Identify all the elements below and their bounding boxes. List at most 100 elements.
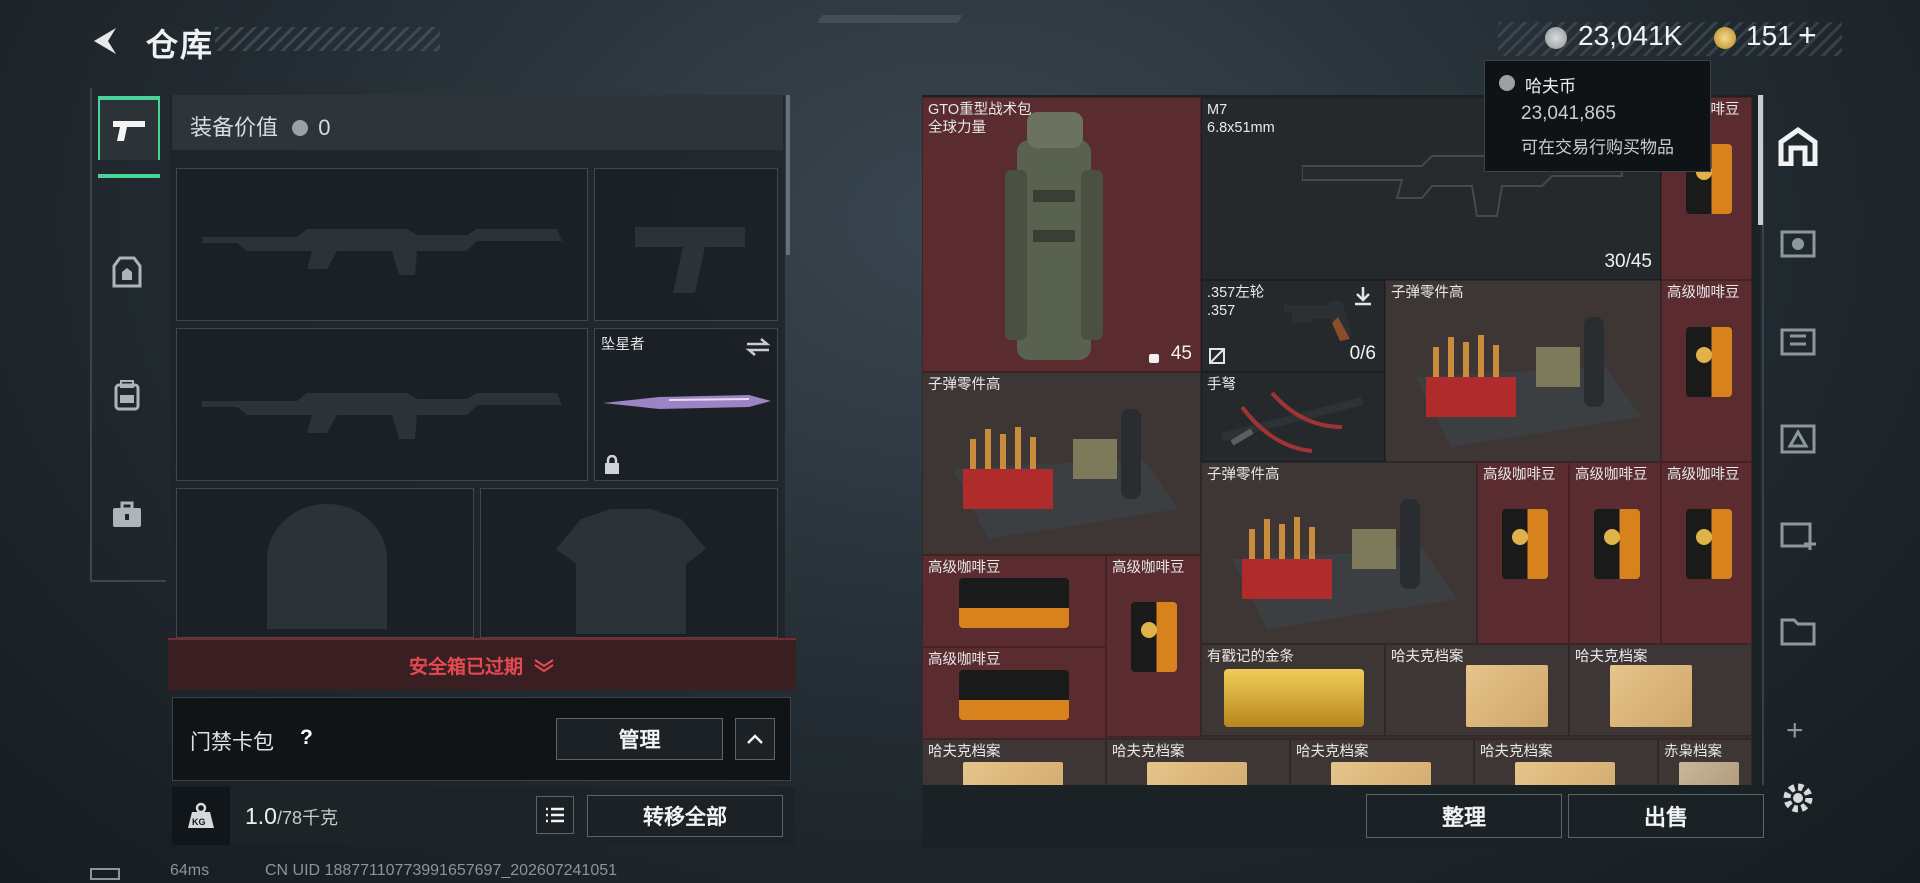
back-arrow-icon[interactable] bbox=[88, 24, 122, 58]
coffee-item-icon bbox=[1594, 509, 1640, 579]
item-backpack[interactable]: GTO重型战术包 全球力量 45 bbox=[922, 97, 1201, 372]
tab-weapons[interactable] bbox=[98, 96, 160, 178]
item-name: M7 6.8x51mm bbox=[1207, 102, 1275, 136]
gear-icon bbox=[1783, 783, 1813, 813]
list-view-button[interactable] bbox=[536, 796, 574, 834]
item-ammo-parts[interactable]: 子弹零件高 bbox=[922, 372, 1201, 555]
no-ammo-icon bbox=[1209, 348, 1225, 364]
background-streak bbox=[817, 15, 963, 23]
list-icon bbox=[546, 807, 564, 823]
weight-unit-label: KG bbox=[192, 817, 206, 827]
crossbow-item-icon bbox=[1221, 391, 1363, 453]
body-armor-slot[interactable] bbox=[480, 488, 778, 638]
helmet-slot[interactable] bbox=[176, 488, 474, 638]
chevron-down-icon bbox=[534, 659, 554, 672]
item-archive[interactable]: 哈夫克档案 bbox=[1569, 644, 1752, 736]
weight-current: 1.0 bbox=[245, 803, 277, 829]
equipment-scrollbar[interactable] bbox=[786, 95, 790, 255]
item-coffee[interactable]: 高级咖啡豆 bbox=[1477, 462, 1569, 644]
weight-max: /78千克 bbox=[276, 808, 339, 828]
item-archive[interactable]: 哈夫克档案 bbox=[1385, 644, 1569, 736]
safe-box-label: 安全箱已过期 bbox=[408, 656, 523, 678]
tab-storage-medical[interactable] bbox=[1774, 510, 1822, 558]
item-owl-archive[interactable]: 赤枭档案 bbox=[1658, 739, 1752, 785]
currency-tooltip: 哈夫币 23,041,865 可在交易行购买物品 bbox=[1484, 60, 1711, 172]
sell-button[interactable]: 出售 bbox=[1568, 794, 1764, 838]
item-name: 子弹零件高 bbox=[1207, 467, 1280, 483]
tab-storage-ii[interactable] bbox=[1774, 414, 1822, 462]
gold-bar-icon bbox=[1224, 669, 1364, 727]
storage-box-icon bbox=[1780, 424, 1816, 454]
equipment-value: 装备价值 0 bbox=[190, 110, 331, 142]
revolver-item-icon bbox=[1284, 301, 1352, 341]
havcoin-icon bbox=[1499, 75, 1515, 91]
item-name: .357左轮 .357 bbox=[1207, 285, 1265, 319]
page-title: 仓库 bbox=[146, 27, 215, 63]
helmet-silhouette-icon bbox=[267, 504, 387, 629]
item-archive[interactable]: 哈夫克档案 bbox=[922, 739, 1106, 785]
tab-case[interactable] bbox=[98, 485, 156, 545]
ammo-crate-icon bbox=[1232, 499, 1457, 629]
havcoin-icon bbox=[292, 120, 309, 136]
transfer-all-button[interactable]: 转移全部 bbox=[587, 795, 783, 837]
item-count: 30/45 bbox=[1604, 251, 1652, 272]
item-archive[interactable]: 哈夫克档案 bbox=[1106, 739, 1290, 785]
tab-storage-folder[interactable] bbox=[1774, 606, 1822, 654]
capacity-icon bbox=[1149, 354, 1159, 363]
sort-button[interactable]: 整理 bbox=[1366, 794, 1562, 838]
coffee-item-icon bbox=[1686, 327, 1732, 397]
tab-storage-iv[interactable] bbox=[1774, 218, 1822, 266]
pistol-icon bbox=[113, 121, 145, 141]
pistol-slot[interactable] bbox=[594, 168, 778, 321]
tab-storage-iii[interactable] bbox=[1774, 316, 1822, 364]
item-name: 有戳记的金条 bbox=[1207, 649, 1294, 665]
item-coffee[interactable]: 高级咖啡豆 bbox=[1106, 555, 1201, 737]
item-coffee[interactable]: 高级咖啡豆 bbox=[1661, 280, 1752, 462]
item-coffee[interactable]: 高级咖啡豆 bbox=[922, 647, 1106, 739]
tab-armor[interactable] bbox=[98, 242, 156, 302]
primary-weapon-slot[interactable] bbox=[176, 168, 588, 321]
item-coffee[interactable]: 高级咖啡豆 bbox=[1569, 462, 1661, 644]
safe-box-expired-bar[interactable]: 安全箱已过期 bbox=[168, 638, 796, 690]
item-archive[interactable]: 哈夫克档案 bbox=[1290, 739, 1474, 785]
folder-icon bbox=[1466, 665, 1548, 727]
equipment-value-label: 装备价值 bbox=[190, 115, 279, 140]
item-ammo-parts[interactable]: 子弹零件高 bbox=[1201, 462, 1477, 644]
item-revolver[interactable]: .357左轮 .357 0/6 bbox=[1201, 280, 1385, 372]
melee-name: 坠星者 bbox=[601, 337, 645, 353]
chevron-up-icon bbox=[747, 734, 763, 744]
secondary-weapon-slot[interactable] bbox=[176, 328, 588, 481]
uid-readout: CN UID 18877110773991657697_202607241051 bbox=[265, 862, 618, 879]
item-archive[interactable]: 哈夫克档案 bbox=[1474, 739, 1658, 785]
havcoin-amount[interactable]: 23,041K bbox=[1578, 20, 1682, 52]
item-coffee[interactable]: 高级咖啡豆 bbox=[1661, 462, 1752, 644]
manage-button[interactable]: 管理 bbox=[556, 718, 723, 760]
item-gold-bar[interactable]: 有戳记的金条 bbox=[1201, 644, 1385, 736]
ping-readout: 64ms bbox=[170, 862, 210, 879]
backpack-icon bbox=[114, 380, 140, 411]
swap-icon[interactable] bbox=[745, 337, 771, 357]
add-currency-button[interactable]: + bbox=[1798, 17, 1817, 54]
coffee-item-icon bbox=[959, 670, 1069, 720]
tooltip-title: 哈夫币 bbox=[1525, 77, 1576, 96]
collapse-button[interactable] bbox=[735, 718, 775, 760]
storage-icon bbox=[1778, 126, 1818, 166]
inventory-scrollbar[interactable] bbox=[1758, 95, 1763, 225]
add-tab-button[interactable]: + bbox=[1786, 714, 1804, 748]
folder-icon bbox=[1147, 762, 1247, 785]
melee-slot[interactable]: 坠星者 bbox=[594, 328, 778, 481]
weight-icon-box: KG bbox=[172, 787, 230, 845]
title-decoration bbox=[215, 27, 440, 51]
help-icon[interactable]: ? bbox=[300, 726, 313, 750]
weight-readout: 1.0/78千克 bbox=[245, 803, 338, 830]
tab-backpack[interactable] bbox=[98, 365, 156, 425]
item-crossbow[interactable]: 手弩 bbox=[1201, 372, 1385, 462]
item-coffee[interactable]: 高级咖啡豆 bbox=[922, 555, 1106, 647]
tab-storage[interactable] bbox=[1774, 122, 1822, 170]
storage-box-icon bbox=[1780, 230, 1816, 258]
settings-button[interactable] bbox=[1774, 774, 1822, 822]
premium-amount[interactable]: 151 bbox=[1746, 20, 1793, 52]
item-name: 高级咖啡豆 bbox=[1667, 467, 1740, 483]
folder-icon bbox=[1515, 762, 1615, 785]
item-ammo-parts[interactable]: 子弹零件高 bbox=[1385, 280, 1661, 462]
